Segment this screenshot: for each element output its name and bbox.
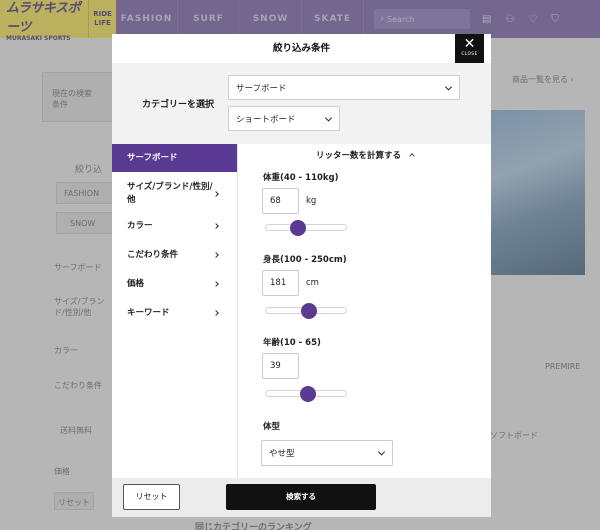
chevron-down-icon [324, 113, 333, 122]
chevron-right-icon [213, 310, 219, 316]
sidebar-item-color[interactable]: カラー [112, 216, 237, 236]
height-slider-thumb[interactable] [301, 303, 318, 319]
category-area: カテゴリーを選択 サーフボード ショートボード [112, 63, 491, 144]
sidebar-item-price[interactable]: 価格 [112, 274, 237, 294]
category-label: カテゴリーを選択 [142, 100, 215, 110]
age-slider-thumb[interactable] [300, 386, 317, 402]
filter-modal: 絞り込み条件 ✕ CLOSE カテゴリーを選択 サーフボード ショートボード サ… [112, 34, 491, 517]
chevron-down-icon [377, 448, 386, 456]
filter-content: リッター数を計算する 体重(40 - 110kg) 68 kg 身長(100 -… [239, 144, 491, 478]
subcategory-select[interactable]: ショートボード [228, 106, 340, 131]
subcategory-select-value: ショートボード [236, 114, 296, 125]
height-input[interactable]: 181 [262, 270, 299, 296]
liter-heading: リッター数を計算する [315, 151, 401, 161]
age-label: 年齢(10 - 65) [263, 338, 321, 348]
chevron-right-icon [213, 223, 219, 229]
modal-title: 絞り込み条件 [272, 43, 330, 54]
category-select-value: サーフボード [236, 83, 287, 94]
category-select[interactable]: サーフボード [228, 75, 460, 100]
height-label: 身長(100 - 250cm) [263, 255, 347, 265]
sidebar-item-label: キーワード [127, 308, 170, 318]
sidebar-item-label: サイズ/ブランド/性別/他 [127, 182, 213, 205]
liter-calc-toggle[interactable]: リッター数を計算する [239, 146, 491, 161]
close-label: CLOSE [461, 52, 478, 57]
weight-slider-thumb[interactable] [289, 220, 306, 236]
age-input[interactable]: 39 [262, 353, 299, 379]
body-type-select[interactable]: やせ型 [261, 440, 393, 466]
weight-input[interactable]: 68 [262, 188, 299, 214]
sidebar-item-label: カラー [127, 221, 153, 231]
chevron-up-icon [409, 153, 415, 159]
reset-button[interactable]: リセット [123, 484, 180, 510]
close-button[interactable]: ✕ CLOSE [455, 34, 484, 63]
filter-sidebar: サーフボード サイズ/ブランド/性別/他 カラー こだわり条件 価格 キーワード [112, 144, 238, 478]
height-unit: cm [306, 278, 319, 288]
modal-footer: リセット 検索する [112, 478, 491, 517]
sidebar-item-size-brand[interactable]: サイズ/ブランド/性別/他 [112, 181, 237, 207]
body-type-value: やせ型 [269, 449, 295, 459]
weight-slider[interactable] [265, 224, 347, 231]
chevron-down-icon [444, 82, 453, 91]
chevron-right-icon [213, 281, 219, 287]
body-type-label: 体型 [263, 422, 281, 432]
close-icon: ✕ [463, 36, 476, 52]
sidebar-item-surfboard[interactable]: サーフボード [112, 144, 237, 172]
search-button[interactable]: 検索する [226, 484, 376, 510]
sidebar-item-kodawari[interactable]: こだわり条件 [112, 245, 237, 265]
weight-label: 体重(40 - 110kg) [263, 173, 339, 183]
sidebar-item-label: 価格 [127, 279, 145, 289]
weight-unit: kg [306, 196, 317, 206]
sidebar-item-label: こだわり条件 [127, 250, 179, 260]
sidebar-item-label: サーフボード [127, 153, 178, 163]
sidebar-item-keyword[interactable]: キーワード [112, 303, 237, 323]
chevron-right-icon [213, 252, 219, 258]
modal-header: 絞り込み条件 ✕ CLOSE [112, 34, 491, 63]
chevron-right-icon [213, 191, 219, 197]
